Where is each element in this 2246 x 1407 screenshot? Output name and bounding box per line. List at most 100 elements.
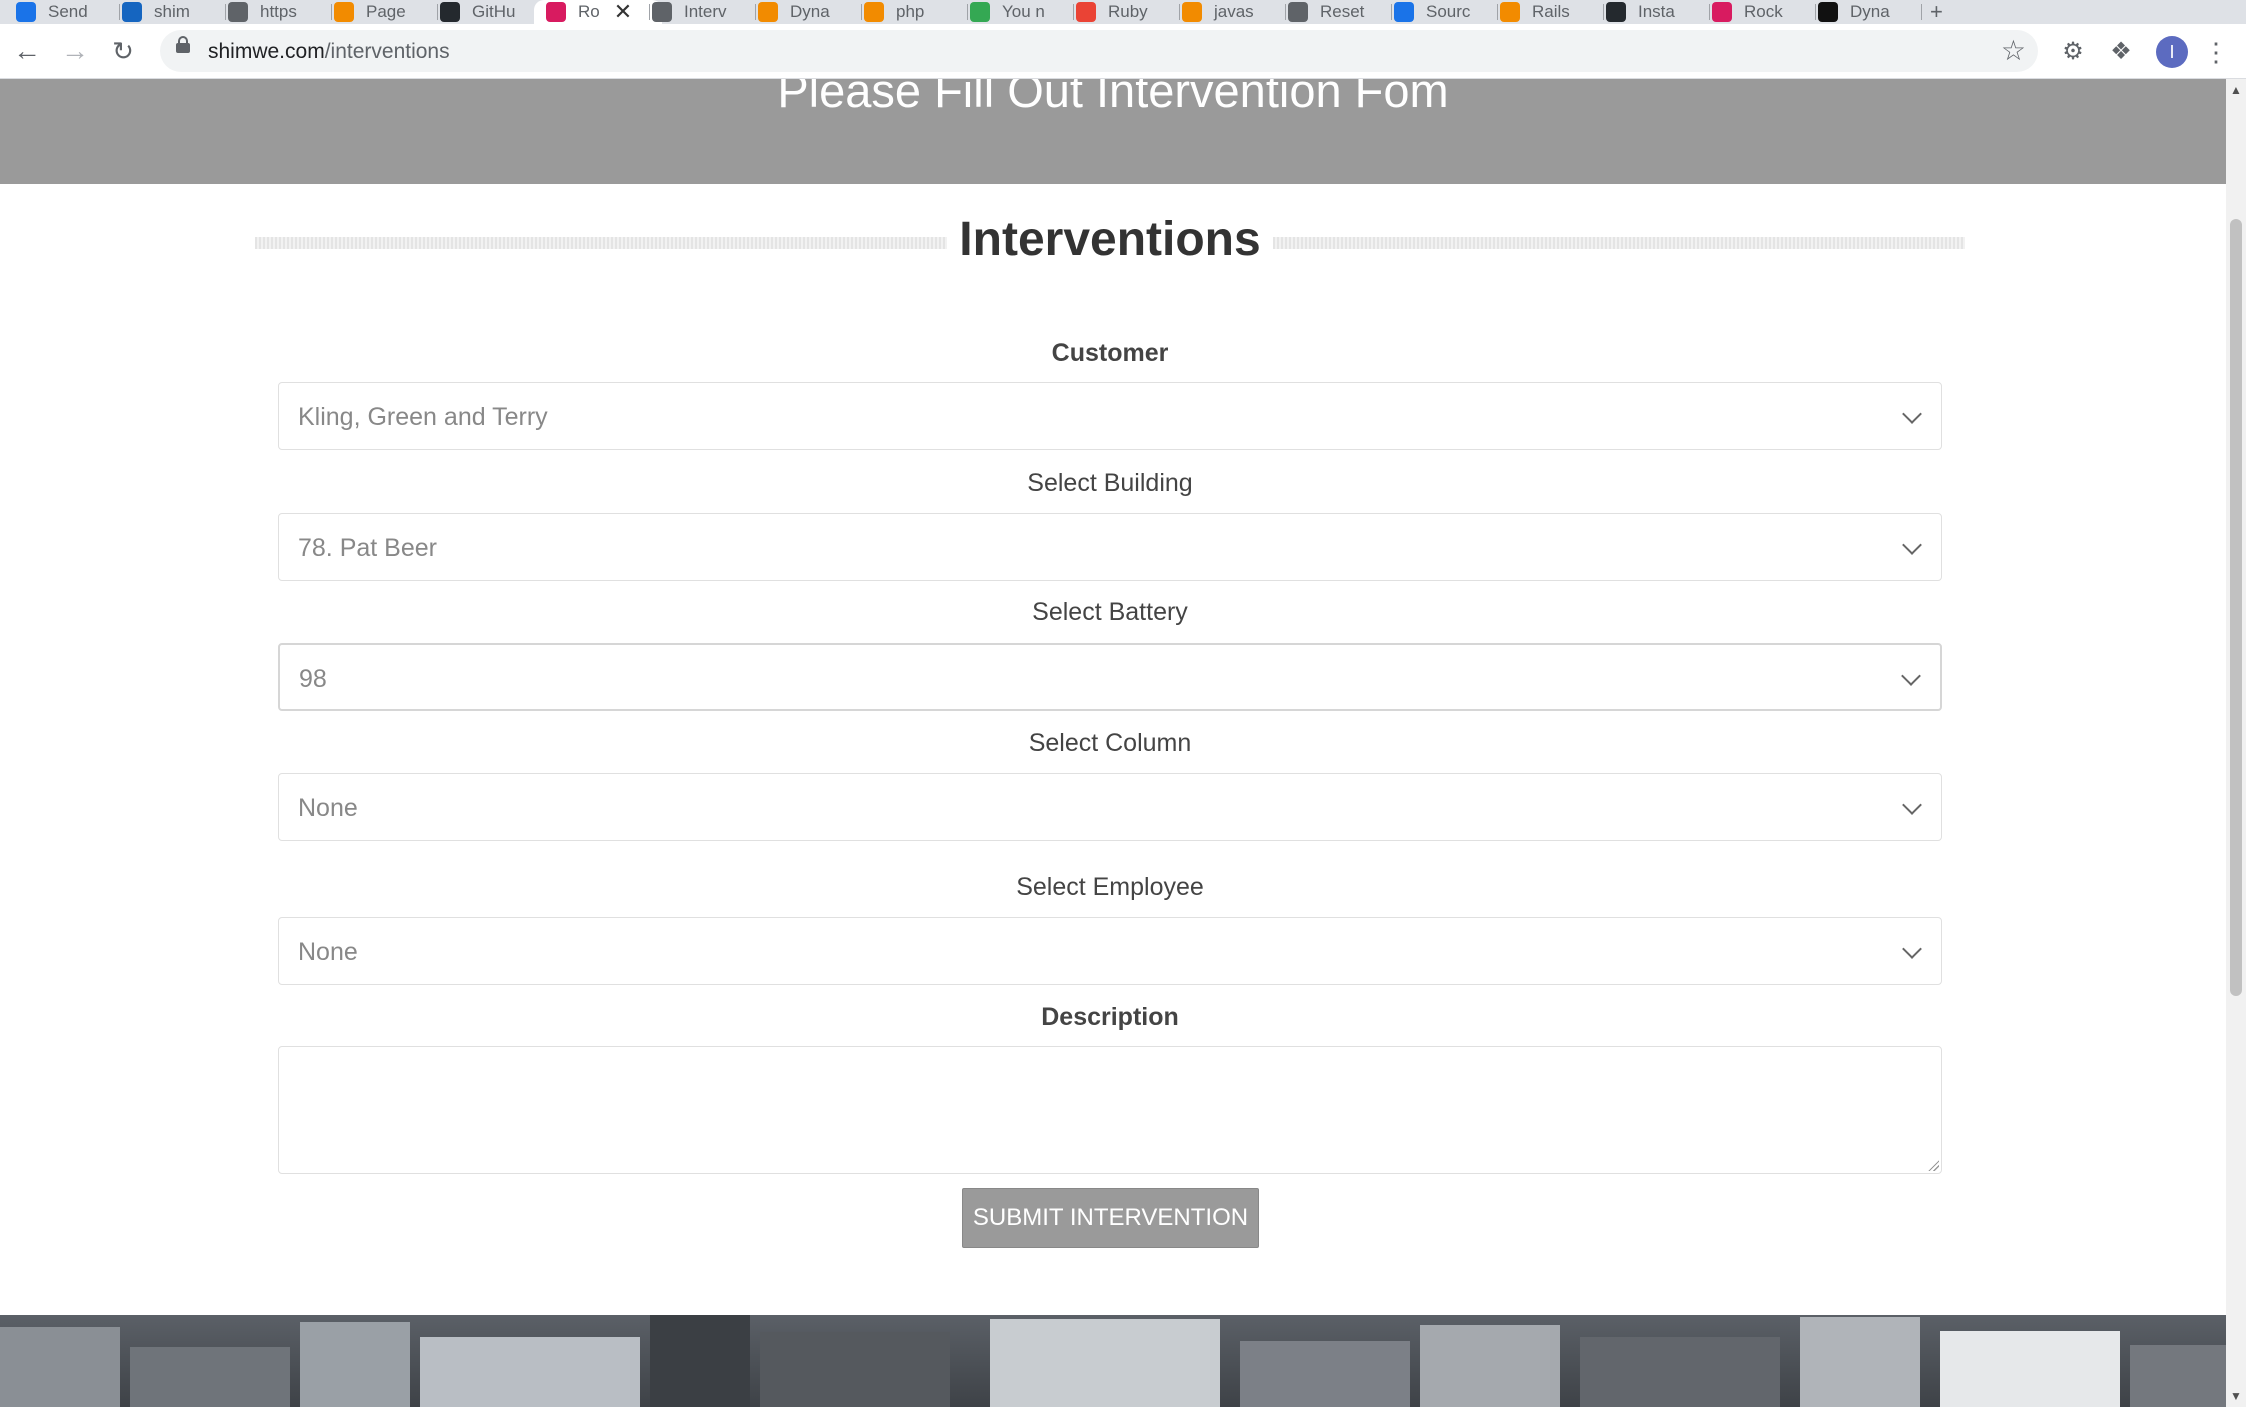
customer-label: Customer: [1051, 339, 1169, 367]
tab-separator: [1603, 4, 1604, 20]
tab-strip: Send shim https Page GitHu Ro ✕ Interv Dyna php Yo…: [0, 0, 2246, 24]
skyline-building: [1240, 1341, 1410, 1407]
tab-favicon-icon: [758, 2, 778, 22]
browser-menu-icon[interactable]: ⋮: [2203, 36, 2229, 68]
employee-select[interactable]: None: [278, 917, 1942, 985]
building-label: Select Building: [1027, 469, 1193, 497]
tab-label: php: [896, 2, 925, 21]
tab-label: Dyna: [1850, 2, 1890, 21]
tab-separator: [1073, 4, 1074, 20]
browser-tab[interactable]: javas: [1182, 0, 1278, 24]
city-skyline-image: [0, 1315, 2226, 1407]
browser-tab[interactable]: Page: [334, 0, 430, 24]
browser-tab[interactable]: You n: [970, 0, 1066, 24]
tab-separator: [225, 4, 226, 20]
tab-label: Page: [366, 2, 406, 21]
tab-favicon-icon: [546, 2, 566, 22]
back-icon[interactable]: ←: [10, 34, 44, 68]
browser-tab[interactable]: https: [228, 0, 324, 24]
tab-label: Send: [48, 2, 88, 21]
tab-favicon-icon: [1076, 2, 1096, 22]
chevron-down-icon: [1902, 795, 1922, 815]
forward-icon[interactable]: →: [58, 34, 92, 68]
employee-value: None: [298, 938, 358, 966]
submit-intervention-button[interactable]: SUBMIT INTERVENTION: [962, 1188, 1259, 1248]
scrollbar-thumb[interactable]: [2230, 219, 2242, 996]
skyline-building: [1940, 1331, 2120, 1407]
scroll-up-arrow-icon[interactable]: ▲: [2226, 83, 2246, 97]
tab-favicon-icon: [1394, 2, 1414, 22]
description-textarea[interactable]: [278, 1046, 1942, 1174]
tab-label: Ro: [578, 2, 600, 21]
url-path: /interventions: [324, 40, 450, 63]
chevron-down-icon: [1902, 535, 1922, 555]
tab-favicon-icon: [1818, 2, 1838, 22]
tab-separator: [1391, 4, 1392, 20]
browser-tab[interactable]: Send: [16, 0, 112, 24]
resize-grip-icon[interactable]: [1927, 1159, 1939, 1171]
tab-label: Ruby: [1108, 2, 1148, 21]
browser-tab[interactable]: Interv: [652, 0, 748, 24]
profile-avatar[interactable]: I: [2156, 36, 2188, 68]
tab-separator: [437, 4, 438, 20]
skyline-building: [2130, 1345, 2226, 1407]
reload-icon[interactable]: ↻: [106, 34, 140, 68]
tab-label: Sourc: [1426, 2, 1471, 21]
customer-value: Kling, Green and Terry: [298, 403, 548, 431]
customer-select[interactable]: Kling, Green and Terry: [278, 382, 1942, 450]
browser-tab[interactable]: Rock: [1712, 0, 1808, 24]
bug-extension-icon[interactable]: ⚙: [2058, 36, 2088, 66]
browser-toolbar: ← → ↻ shimwe.com/interventions ☆ ⚙ ❖ I ⋮: [0, 24, 2246, 79]
bookmark-star-icon[interactable]: ☆: [2001, 34, 2026, 67]
browser-tab[interactable]: Sourc: [1394, 0, 1490, 24]
scroll-down-arrow-icon[interactable]: ▼: [2226, 1389, 2246, 1403]
tab-separator: [331, 4, 332, 20]
column-select[interactable]: None: [278, 773, 1942, 841]
tab-separator: [967, 4, 968, 20]
tab-favicon-icon: [16, 2, 36, 22]
browser-tab[interactable]: Dyna: [1818, 0, 1914, 24]
column-value: None: [298, 794, 358, 822]
browser-tab[interactable]: Insta: [1606, 0, 1702, 24]
tab-separator: [1709, 4, 1710, 20]
tab-label: Insta: [1638, 2, 1675, 21]
skyline-building: [420, 1337, 640, 1407]
battery-value: 98: [299, 665, 327, 693]
tab-label: https: [260, 2, 297, 21]
address-bar[interactable]: shimwe.com/interventions ☆: [160, 30, 2038, 72]
skyline-building: [1800, 1317, 1920, 1407]
browser-tab[interactable]: GitHu: [440, 0, 536, 24]
skyline-building: [130, 1347, 290, 1407]
building-select[interactable]: 78. Pat Beer: [278, 513, 1942, 581]
section-heading-row: Interventions: [255, 210, 1965, 270]
battery-select[interactable]: 98: [278, 643, 1942, 711]
tab-close-icon[interactable]: ✕: [614, 0, 632, 24]
browser-tab[interactable]: Ruby: [1076, 0, 1172, 24]
browser-tab[interactable]: Reset: [1288, 0, 1384, 24]
extensions-puzzle-icon[interactable]: ❖: [2106, 36, 2136, 66]
browser-tab[interactable]: Dyna: [758, 0, 854, 24]
tab-separator: [1921, 4, 1922, 20]
new-tab-button[interactable]: +: [1930, 0, 1943, 24]
tab-separator: [1815, 4, 1816, 20]
skyline-building: [1420, 1325, 1560, 1407]
browser-tab[interactable]: Ro ✕: [534, 0, 662, 24]
tab-label: You n: [1002, 2, 1045, 21]
tab-favicon-icon: [970, 2, 990, 22]
browser-tab[interactable]: shim: [122, 0, 218, 24]
tab-favicon-icon: [1712, 2, 1732, 22]
tab-favicon-icon: [228, 2, 248, 22]
tab-label: GitHu: [472, 2, 516, 21]
page-scrollbar[interactable]: ▲ ▼: [2226, 79, 2246, 1407]
chevron-down-icon: [1901, 666, 1921, 686]
tab-favicon-icon: [334, 2, 354, 22]
tab-favicon-icon: [440, 2, 460, 22]
tab-label: Rock: [1744, 2, 1783, 21]
url-text: shimwe.com/interventions: [208, 40, 450, 64]
browser-tab[interactable]: Rails: [1500, 0, 1596, 24]
tab-separator: [861, 4, 862, 20]
tab-label: Reset: [1320, 2, 1365, 21]
tab-label: Interv: [684, 2, 727, 21]
tab-favicon-icon: [1288, 2, 1308, 22]
browser-tab[interactable]: php: [864, 0, 960, 24]
